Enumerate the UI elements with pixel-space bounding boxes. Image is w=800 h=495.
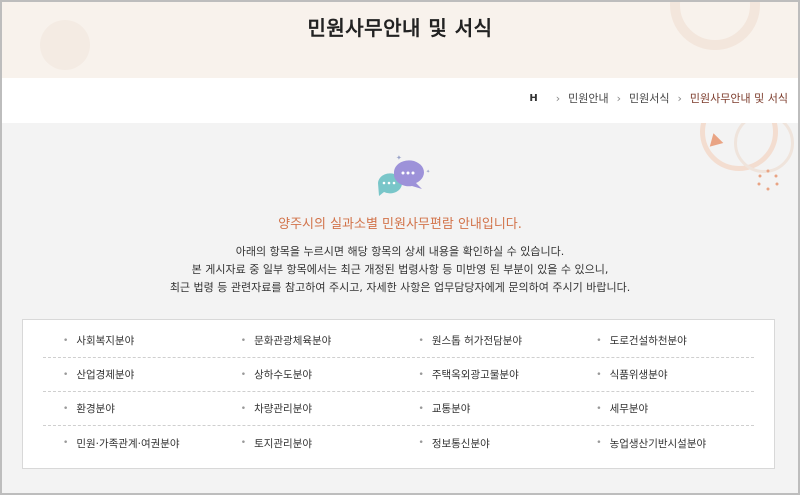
category-link[interactable]: • 민원·가족관계·여권분야 [43, 436, 221, 451]
chat-bubbles-icon: ✦ ✦ [378, 154, 430, 196]
category-label: 주택옥외광고물분야 [431, 369, 519, 381]
category-link[interactable]: • 교통분야 [399, 401, 577, 416]
category-label: 교통분야 [431, 403, 471, 415]
bullet-icon: • [240, 403, 247, 414]
category-link[interactable]: • 토지관리분야 [221, 436, 399, 451]
bullet-icon: • [63, 369, 69, 380]
category-link[interactable]: • 정보통신분야 [399, 436, 577, 451]
page-banner: 민원사무안내 및 서식 [0, 0, 800, 78]
bullet-icon: • [596, 403, 602, 414]
svg-text:✦: ✦ [426, 169, 430, 175]
breadcrumb-item-civil-forms[interactable]: 민원서식 [629, 90, 669, 106]
category-label: 정보통신분야 [431, 437, 490, 450]
bullet-icon: • [63, 335, 69, 346]
category-label: 환경분야 [76, 403, 115, 415]
intro-subtitle: 양주시의 실과소별 민원사무편람 안내입니다. [278, 217, 522, 232]
category-label: 농업생산기반시설분야 [609, 437, 707, 450]
category-link[interactable]: • 차량관리분야 [221, 401, 399, 416]
bullet-icon: • [418, 335, 424, 346]
category-link[interactable]: • 산업경제분야 [43, 367, 221, 382]
intro-line: 최근 법령 등 관련자료를 참고하여 주시고, 자세한 사항은 업무담당자에게 … [169, 281, 631, 294]
intro-line: 아래의 항목을 누르시면 해당 항목의 상세 내용을 확인하실 수 있습니다. [235, 245, 565, 258]
home-icon[interactable]: H [529, 93, 537, 104]
category-link[interactable]: • 사회복지분야 [43, 333, 221, 348]
category-link[interactable]: • 원스톱 허가전담분야 [399, 333, 577, 348]
category-label: 식품위생분야 [609, 369, 668, 381]
decoration-dots [757, 169, 779, 191]
category-row: • 산업경제분야 • 상하수도분야 • 주택옥외광고물분야 • 식품위생분야 [43, 358, 754, 392]
bullet-icon: • [240, 335, 247, 346]
chevron-right-icon: › [616, 91, 622, 105]
category-label: 원스톱 허가전담분야 [431, 335, 523, 347]
bullet-icon: • [418, 438, 424, 448]
bullet-icon: • [240, 369, 247, 380]
category-label: 세무분야 [609, 403, 649, 415]
category-label: 토지관리분야 [254, 437, 313, 450]
svg-text:✦: ✦ [396, 154, 402, 162]
category-label: 산업경제분야 [76, 369, 135, 381]
bullet-icon: • [418, 369, 424, 380]
breadcrumb-item-civil-guide[interactable]: 민원안내 [568, 90, 608, 106]
category-row: • 환경분야 • 차량관리분야 • 교통분야 • 세무분야 [43, 392, 754, 426]
category-link[interactable]: • 도로건설하천분야 [576, 333, 754, 348]
category-label: 상하수도분야 [254, 369, 313, 381]
intro-line: 본 게시자료 중 일부 항목에서는 최근 개정된 법령사항 등 미반영 된 부분… [191, 263, 609, 276]
category-link[interactable]: • 문화관광체육분야 [221, 333, 399, 348]
category-link[interactable]: • 세무분야 [576, 401, 754, 416]
category-label: 사회복지분야 [76, 335, 135, 347]
bullet-icon: • [596, 438, 602, 448]
page-title: 민원사무안내 및 서식 [307, 16, 493, 40]
breadcrumb-item-current[interactable]: 민원사무안내 및 서식 [690, 90, 788, 106]
bullet-icon: • [63, 403, 69, 414]
category-label: 문화관광체육분야 [254, 335, 332, 347]
bullet-icon: • [596, 335, 602, 346]
category-label: 도로건설하천분야 [609, 335, 687, 347]
category-label: 차량관리분야 [254, 403, 313, 415]
category-label: 민원·가족관계·여권분야 [76, 437, 180, 450]
bullet-icon: • [418, 403, 424, 414]
chevron-right-icon: › [677, 91, 682, 105]
bullet-icon: • [240, 438, 247, 448]
breadcrumb: H › 민원안내 › 민원서식 › 민원사무안내 및 서식 [529, 88, 788, 108]
category-link[interactable]: • 식품위생분야 [576, 367, 754, 382]
category-link[interactable]: • 상하수도분야 [221, 367, 399, 382]
category-link[interactable]: • 환경분야 [43, 401, 221, 416]
content-area: ✦ ✦ 양주시의 실과소별 민원사무편람 안내입니다. 아래의 항목을 누르시면… [0, 123, 800, 495]
category-row: • 민원·가족관계·여권분야 • 토지관리분야 • 정보통신분야 • 농업생산기반시설분… [43, 426, 754, 460]
category-list: • 사회복지분야 • 문화관광체육분야 • 원스톱 허가전담분야 • 도로건설하천분야 … [22, 319, 775, 469]
category-link[interactable]: • 주택옥외광고물분야 [399, 367, 577, 382]
bullet-icon: • [596, 369, 602, 380]
bullet-icon: • [63, 438, 69, 448]
category-row: • 사회복지분야 • 문화관광체육분야 • 원스톱 허가전담분야 • 도로건설하천분야 [43, 324, 754, 358]
chevron-right-icon: › [555, 91, 561, 105]
category-link[interactable]: • 농업생산기반시설분야 [576, 436, 754, 451]
